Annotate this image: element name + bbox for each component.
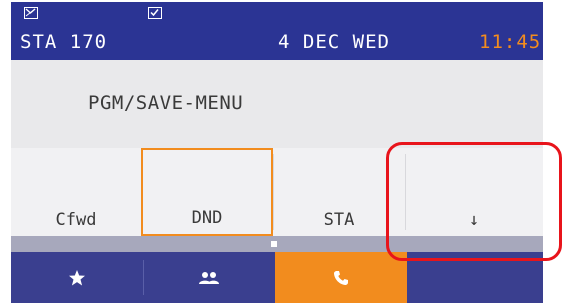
menu-title-area: PGM/SAVE-MENU — [11, 60, 543, 148]
status-bar: STA 170 4 DEC WED 11:45 — [11, 2, 543, 60]
page-indicator-dot — [271, 241, 277, 247]
contacts-button[interactable] — [143, 252, 275, 303]
softkey-dnd[interactable]: DND — [141, 148, 273, 236]
voicemail-icon — [148, 7, 162, 19]
softkey-label: DND — [191, 208, 223, 228]
highlight-annotation — [386, 142, 562, 261]
star-icon — [69, 269, 85, 285]
favorites-button[interactable] — [11, 252, 143, 303]
menu-title: PGM/SAVE-MENU — [88, 92, 244, 114]
softkey-label: Cfwd — [55, 210, 97, 230]
phone-button[interactable] — [275, 252, 407, 303]
softkey-cfwd[interactable]: Cfwd — [11, 148, 141, 236]
clock-time: 11:45 — [479, 31, 542, 53]
missed-call-icon — [24, 7, 38, 19]
contacts-icon — [199, 271, 219, 284]
station-number: STA 170 — [20, 31, 108, 53]
date-display: 4 DEC WED — [278, 31, 390, 53]
phone-icon — [334, 270, 348, 285]
